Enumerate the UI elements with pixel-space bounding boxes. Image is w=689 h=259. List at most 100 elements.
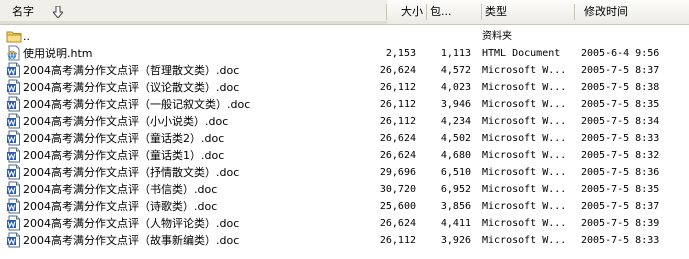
file-modified: 2005-7-5 8:35 <box>581 99 660 110</box>
word-document-icon <box>6 232 22 249</box>
file-name: .. <box>23 30 30 43</box>
file-size: 26,624 <box>379 65 416 76</box>
file-row[interactable]: 2004高考满分作文点评（一般记叙文类）.doc 26,112 3,946 Mi… <box>0 96 689 113</box>
word-document-icon <box>6 130 22 147</box>
file-list: .. 资料夹 使用说明.htm 2,153 1,113 HTML Documen… <box>0 28 689 249</box>
file-type: Microsoft W... <box>482 150 567 161</box>
file-name: 2004高考满分作文点评（童话类2）.doc <box>23 132 225 145</box>
file-packed-size: 4,572 <box>440 65 471 76</box>
file-row[interactable]: 2004高考满分作文点评（童话类1）.doc 26,624 4,680 Micr… <box>0 147 689 164</box>
file-name: 2004高考满分作文点评（抒情散文类）.doc <box>23 166 240 179</box>
file-size: 26,624 <box>379 150 416 161</box>
file-row[interactable]: 2004高考满分作文点评（故事新编类）.doc 26,112 3,926 Mic… <box>0 232 689 249</box>
file-packed-size: 3,856 <box>440 201 471 212</box>
word-document-icon <box>6 79 22 96</box>
file-modified: 2005-6-4 9:56 <box>581 48 660 59</box>
file-modified: 2005-7-5 8:32 <box>581 150 660 161</box>
column-header-packed[interactable]: 包... <box>427 0 482 24</box>
file-type: Microsoft W... <box>482 99 567 110</box>
file-size: 26,624 <box>379 133 416 144</box>
column-header-bar: 名字 大小 包... 类型 修改时间 <box>0 0 689 25</box>
column-header-modified-label: 修改时间 <box>584 5 628 18</box>
word-document-icon <box>6 215 22 232</box>
file-name: 2004高考满分作文点评（小小说类）.doc <box>23 115 229 128</box>
file-row[interactable]: 2004高考满分作文点评（童话类2）.doc 26,624 4,502 Micr… <box>0 130 689 147</box>
file-type: Microsoft W... <box>482 201 567 212</box>
file-row[interactable]: 2004高考满分作文点评（书信类）.doc 30,720 6,952 Micro… <box>0 181 689 198</box>
file-size: 30,720 <box>379 184 416 195</box>
file-name: 2004高考满分作文点评（一般记叙文类）.doc <box>23 98 251 111</box>
word-document-icon <box>6 198 22 215</box>
file-packed-size: 6,952 <box>440 184 471 195</box>
column-header-packed-label: 包... <box>430 5 452 18</box>
file-name: 2004高考满分作文点评（童话类1）.doc <box>23 149 225 162</box>
file-row[interactable]: 2004高考满分作文点评（小小说类）.doc 26,112 4,234 Micr… <box>0 113 689 130</box>
file-size: 26,112 <box>379 235 416 246</box>
file-modified: 2005-7-5 8:36 <box>581 167 660 178</box>
file-type: Microsoft W... <box>482 133 567 144</box>
file-size: 26,112 <box>379 116 416 127</box>
file-modified: 2005-7-5 8:37 <box>581 201 660 212</box>
sort-down-arrow-icon <box>53 6 63 18</box>
file-modified: 2005-7-5 8:38 <box>581 82 660 93</box>
file-row[interactable]: 2004高考满分作文点评（人物评论类）.doc 26,624 4,411 Mic… <box>0 215 689 232</box>
file-packed-size: 4,023 <box>440 82 471 93</box>
file-name: 使用说明.htm <box>23 47 93 60</box>
file-row[interactable]: 2004高考满分作文点评（抒情散文类）.doc 29,696 6,510 Mic… <box>0 164 689 181</box>
word-document-icon <box>6 164 22 181</box>
file-size: 26,112 <box>379 82 416 93</box>
file-name: 2004高考满分作文点评（故事新编类）.doc <box>23 234 240 247</box>
file-row[interactable]: 2004高考满分作文点评（议论散文类）.doc 26,112 4,023 Mic… <box>0 79 689 96</box>
word-document-icon <box>6 181 22 198</box>
column-header-name-label: 名字 <box>12 5 34 18</box>
file-type: 资料夹 <box>482 31 512 42</box>
file-size <box>358 28 416 45</box>
file-type: Microsoft W... <box>482 184 567 195</box>
file-type: Microsoft W... <box>482 82 567 93</box>
file-row[interactable]: 使用说明.htm 2,153 1,113 HTML Document 2005-… <box>0 45 689 62</box>
file-type: Microsoft W... <box>482 167 567 178</box>
file-type: Microsoft W... <box>482 116 567 127</box>
column-header-modified[interactable]: 修改时间 <box>575 0 689 24</box>
file-packed-size: 4,502 <box>440 133 471 144</box>
file-type: Microsoft W... <box>482 65 567 76</box>
file-type: Microsoft W... <box>482 235 567 246</box>
file-modified: 2005-7-5 8:33 <box>581 133 660 144</box>
file-size: 29,696 <box>379 167 416 178</box>
column-header-name[interactable]: 名字 <box>0 0 387 24</box>
word-document-icon <box>6 62 22 79</box>
file-size: 2,153 <box>385 48 416 59</box>
file-packed-size: 1,113 <box>440 48 471 59</box>
column-header-size[interactable]: 大小 <box>387 0 427 24</box>
file-row[interactable]: 2004高考满分作文点评（哲理散文类）.doc 26,624 4,572 Mic… <box>0 62 689 79</box>
file-modified: 2005-7-5 8:33 <box>581 235 660 246</box>
file-name: 2004高考满分作文点评（书信类）.doc <box>23 183 218 196</box>
word-document-icon <box>6 96 22 113</box>
file-modified <box>581 28 689 45</box>
file-packed-size: 6,510 <box>440 167 471 178</box>
file-modified: 2005-7-5 8:37 <box>581 65 660 76</box>
column-header-size-label: 大小 <box>401 5 423 18</box>
file-row[interactable]: 2004高考满分作文点评（诗歌类）.doc 25,600 3,856 Micro… <box>0 198 689 215</box>
file-row[interactable]: .. 资料夹 <box>0 28 689 45</box>
file-name: 2004高考满分作文点评（哲理散文类）.doc <box>23 64 240 77</box>
html-document-icon <box>6 45 22 62</box>
file-name: 2004高考满分作文点评（议论散文类）.doc <box>23 81 240 94</box>
file-size: 25,600 <box>379 201 416 212</box>
file-type: Microsoft W... <box>482 218 567 229</box>
file-packed-size <box>420 28 471 45</box>
file-list-window: 名字 大小 包... 类型 修改时间 .. 资料夹 使用说明.htm 2,153… <box>0 0 689 259</box>
file-name: 2004高考满分作文点评（诗歌类）.doc <box>23 200 218 213</box>
word-document-icon <box>6 147 22 164</box>
word-document-icon <box>6 113 22 130</box>
file-modified: 2005-7-5 8:34 <box>581 116 660 127</box>
file-name: 2004高考满分作文点评（人物评论类）.doc <box>23 217 240 230</box>
file-packed-size: 4,680 <box>440 150 471 161</box>
file-packed-size: 3,946 <box>440 99 471 110</box>
file-packed-size: 4,234 <box>440 116 471 127</box>
file-modified: 2005-7-5 8:39 <box>581 218 660 229</box>
column-header-type[interactable]: 类型 <box>482 0 575 24</box>
file-packed-size: 3,926 <box>440 235 471 246</box>
file-size: 26,112 <box>379 99 416 110</box>
file-packed-size: 4,411 <box>440 218 471 229</box>
